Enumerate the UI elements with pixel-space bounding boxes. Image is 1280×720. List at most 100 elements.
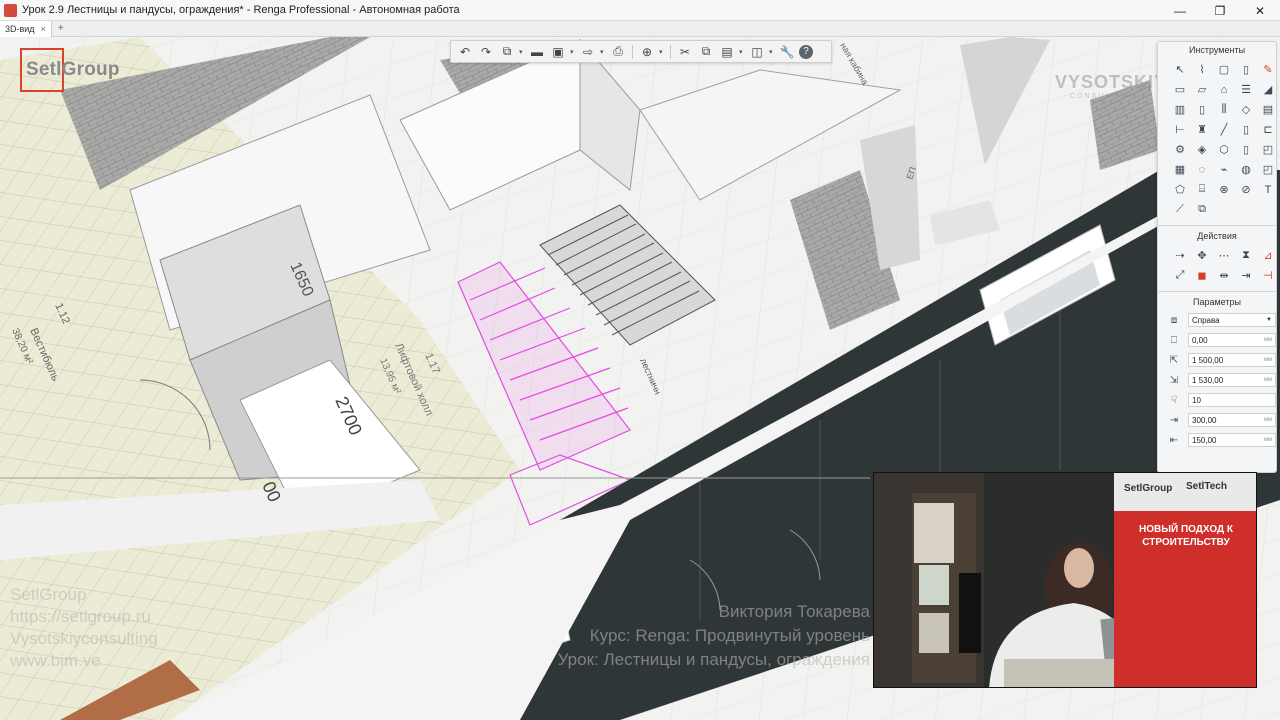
export-icon[interactable]: ⇨ (579, 43, 597, 61)
opening-icon[interactable]: ◇ (1236, 100, 1256, 119)
window-icon[interactable]: ▥ (1170, 100, 1190, 119)
add-tab-button[interactable]: + (58, 23, 64, 34)
duct-icon[interactable]: ▯ (1236, 140, 1256, 159)
title-bar: Урок 2.9 Лестницы и пандусы, ограждения*… (0, 0, 1280, 21)
save-icon[interactable]: ▣ (549, 43, 567, 61)
cut-icon[interactable]: ⊏ (1258, 120, 1276, 139)
copy-icon[interactable]: ⧉ (1192, 200, 1212, 219)
maximize-button[interactable]: ❐ (1200, 0, 1240, 21)
move-icon[interactable]: ⇢ (1170, 246, 1190, 265)
element-icon[interactable]: ▯ (1236, 120, 1256, 139)
rotate-icon[interactable]: ✥ (1192, 246, 1212, 265)
copy-icon[interactable]: ⧉ (697, 43, 715, 61)
rebar-icon[interactable]: ⌁ (1214, 160, 1234, 179)
watermark-links: SetlGroup https://setlgroup.ru Vysotskiy… (10, 584, 158, 672)
wrench-icon[interactable]: 🔧 (778, 43, 796, 61)
param-input[interactable]: 0,00 мм (1188, 333, 1276, 347)
tab-close-icon[interactable]: × (41, 24, 46, 34)
stair-direction-select[interactable]: Справа ▼ (1188, 313, 1276, 327)
level-icon[interactable]: ⌸ (1192, 180, 1212, 199)
dimension-icon[interactable]: ⊗ (1214, 180, 1234, 199)
param-row: ⇥ 300,00 мм (1158, 410, 1276, 430)
chevron-down-icon[interactable]: ▾ (519, 48, 525, 56)
pipe-fitting-icon[interactable]: ◈ (1192, 140, 1212, 159)
navigation-icon[interactable]: ⊕ (638, 43, 656, 61)
paste-icon[interactable]: ▤ (718, 43, 736, 61)
help-icon[interactable]: ? (799, 44, 813, 59)
axis-icon[interactable]: ⟋ (1170, 200, 1190, 219)
floor-icon[interactable]: ▭ (1170, 80, 1190, 99)
pipe-icon[interactable]: ⊢ (1170, 120, 1190, 139)
slab-icon[interactable]: ▱ (1192, 80, 1212, 99)
mirror-icon[interactable]: ⧗ (1236, 246, 1256, 265)
zone-icon[interactable]: ⬠ (1170, 180, 1190, 199)
width-icon: ⇲ (1169, 374, 1179, 386)
room-icon[interactable]: ▦ (1170, 160, 1190, 179)
close-button[interactable]: ✕ (1240, 0, 1280, 21)
mechanical-icon[interactable]: ⚙ (1170, 140, 1190, 159)
param-row: ⇤ 150,00 мм (1158, 430, 1276, 450)
vysotskiy-subtitle: CONSULTING (1070, 93, 1136, 100)
chevron-down-icon[interactable]: ▾ (769, 48, 775, 56)
chevron-down-icon[interactable]: ▾ (659, 48, 665, 56)
array-icon[interactable]: ⋯ (1214, 246, 1234, 265)
layers-icon[interactable]: ◫ (748, 43, 766, 61)
text-icon[interactable]: T (1258, 180, 1276, 199)
stair-icon[interactable]: ☰ (1236, 80, 1256, 99)
column-icon[interactable]: ▢ (1214, 60, 1234, 79)
valve-icon[interactable]: ⬡ (1214, 140, 1234, 159)
undo-icon[interactable]: ↶ (456, 43, 474, 61)
duct-fitting-icon[interactable]: ◰ (1258, 140, 1276, 159)
door-icon[interactable]: ▯ (1192, 100, 1212, 119)
param-row: ⇲ 1 530,00 мм (1158, 370, 1276, 390)
open-folder-icon[interactable]: ▬ (528, 43, 546, 61)
hatch-icon[interactable]: ◰ (1258, 160, 1276, 179)
split-icon[interactable]: ⇹ (1214, 266, 1234, 285)
panel-divider (1158, 291, 1276, 292)
view-cube-icon[interactable]: ⧉ (498, 43, 516, 61)
chevron-down-icon[interactable]: ▾ (600, 48, 606, 56)
roof-icon[interactable]: ⌂ (1214, 80, 1234, 99)
delete-icon[interactable]: ◼ (1192, 266, 1212, 285)
line-icon[interactable]: ╱ (1214, 120, 1234, 139)
ramp-icon[interactable]: ◢ (1258, 80, 1276, 99)
scale-icon[interactable]: ⊿ (1258, 246, 1276, 265)
wall-icon[interactable]: ⌇ (1192, 60, 1212, 79)
chevron-down-icon[interactable]: ▾ (570, 48, 576, 56)
watermark-line: www.bim.ve (10, 651, 101, 670)
height-icon: ⇱ (1169, 354, 1179, 366)
param-input[interactable]: 1 530,00 мм (1188, 373, 1276, 387)
param-input[interactable]: 10 (1188, 393, 1276, 407)
view-tab-bar: 3D-вид × + (0, 20, 1280, 37)
elevation-icon[interactable]: ⊘ (1236, 180, 1256, 199)
offset-icon[interactable]: ⊣ (1258, 266, 1276, 285)
cut-icon[interactable]: ✂ (676, 43, 694, 61)
redo-icon[interactable]: ↷ (477, 43, 495, 61)
align-icon[interactable]: ⤢ (1170, 266, 1190, 285)
extend-icon[interactable]: ⇥ (1236, 266, 1256, 285)
stair-type-icon: ⧈ (1170, 314, 1178, 326)
riser-icon: ⇤ (1169, 434, 1179, 446)
param-input[interactable]: 1 500,00 мм (1188, 353, 1276, 367)
offset-icon: ⎕ (1171, 334, 1177, 346)
vysotskiy-logo: VYSOTSKIY (1055, 72, 1168, 92)
steps-icon: ☟ (1170, 394, 1178, 406)
chevron-down-icon[interactable]: ▾ (739, 48, 745, 56)
param-input[interactable]: 300,00 мм (1188, 413, 1276, 427)
param-row: ⎕ 0,00 мм (1158, 330, 1276, 350)
pencil-icon[interactable]: ✎ (1258, 60, 1276, 79)
print-icon[interactable]: ⎙ (609, 43, 627, 61)
minimize-button[interactable]: — (1160, 0, 1200, 21)
tab-3d-view[interactable]: 3D-вид × (0, 20, 52, 37)
railing-icon[interactable]: ⫼ (1214, 100, 1234, 119)
assembly-icon[interactable]: ◌ (1192, 160, 1212, 179)
renga-app-icon (4, 3, 17, 17)
beam-icon[interactable]: ▯ (1236, 60, 1256, 79)
actions-grid: ⇢ ✥ ⋯ ⧗ ⊿ ⤢ ◼ ⇹ ⇥ ⊣ (1158, 244, 1276, 289)
plate-icon[interactable]: ▤ (1258, 100, 1276, 119)
equipment-icon[interactable]: ♜ (1192, 120, 1212, 139)
grid-icon[interactable]: ◍ (1236, 160, 1256, 179)
param-value: 150,00 (1192, 435, 1217, 445)
cursor-icon[interactable]: ↖ (1170, 60, 1190, 79)
param-input[interactable]: 150,00 мм (1188, 433, 1276, 447)
